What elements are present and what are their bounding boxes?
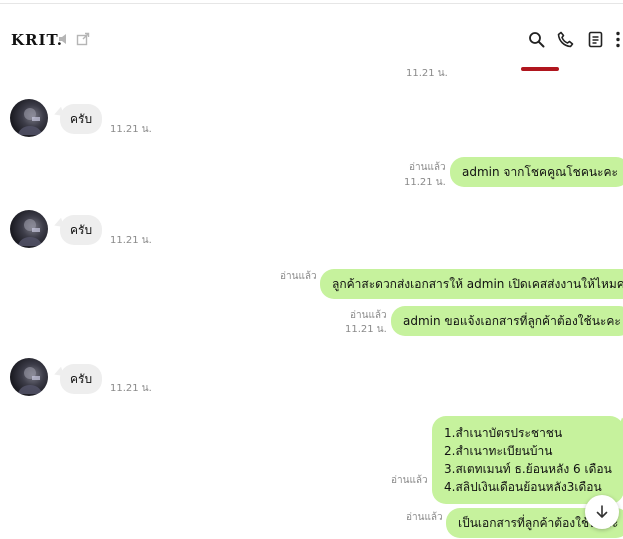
document-item: 1.สำเนาบัตรประชาชน: [444, 426, 563, 440]
search-icon[interactable]: [528, 31, 545, 48]
outgoing-message[interactable]: admin จากโชคคูณโชคนะคะ: [450, 157, 623, 187]
incoming-message[interactable]: ครับ: [60, 215, 103, 245]
more-icon[interactable]: [615, 31, 621, 48]
chat-title: KRIT.: [11, 31, 63, 49]
document-item: 4.สลิปเงินเดือนย้อนหลัง3เดือน: [444, 480, 602, 494]
arrow-down-icon: [596, 505, 608, 518]
read-receipt: อ่านแล้ว: [350, 310, 387, 321]
read-receipt: อ่านแล้ว: [391, 475, 428, 486]
read-receipt: อ่านแล้ว: [406, 512, 443, 523]
previous-message-edge: [521, 67, 559, 71]
scroll-to-bottom-button[interactable]: [585, 495, 619, 529]
message-time: 11.21 น.: [110, 235, 152, 246]
outgoing-message[interactable]: ลูกค้าสะดวกส่งเอกสารให้ admin เปิดเคสส่ง…: [320, 269, 623, 299]
top-divider: [0, 3, 623, 4]
outgoing-message-list[interactable]: 1.สำเนาบัตรประชาชน 2.สำเนาทะเบียนบ้าน 3.…: [432, 416, 623, 504]
incoming-message[interactable]: ครับ: [60, 364, 103, 394]
avatar[interactable]: [10, 210, 48, 248]
phone-icon[interactable]: [557, 31, 574, 48]
outgoing-message[interactable]: admin ขอแจ้งเอกสารที่ลูกค้าต้องใช้นะคะ: [391, 306, 623, 336]
message-time: 11.21 น.: [406, 68, 448, 79]
external-window-icon[interactable]: [76, 32, 90, 46]
avatar[interactable]: [10, 358, 48, 396]
notes-icon[interactable]: [588, 31, 603, 48]
read-receipt: อ่านแล้ว: [409, 162, 446, 173]
message-time: 11.21 น.: [345, 324, 387, 335]
avatar[interactable]: [10, 99, 48, 137]
message-time: 11.21 น.: [404, 177, 446, 188]
message-list[interactable]: 11.21 น. ครับ 11.21 น. อ่านแล้ว 11.21 น.…: [0, 56, 623, 539]
message-time: 11.21 น.: [110, 124, 152, 135]
document-item: 2.สำเนาทะเบียนบ้าน: [444, 444, 553, 458]
document-item: 3.สเตทเมนท์ ธ.ย้อนหลัง 6 เดือน: [444, 462, 612, 476]
mute-icon[interactable]: [57, 32, 71, 46]
incoming-message[interactable]: ครับ: [60, 104, 103, 134]
message-time: 11.21 น.: [110, 383, 152, 394]
chat-header: KRIT.: [0, 22, 623, 56]
read-receipt: อ่านแล้ว: [280, 271, 317, 282]
